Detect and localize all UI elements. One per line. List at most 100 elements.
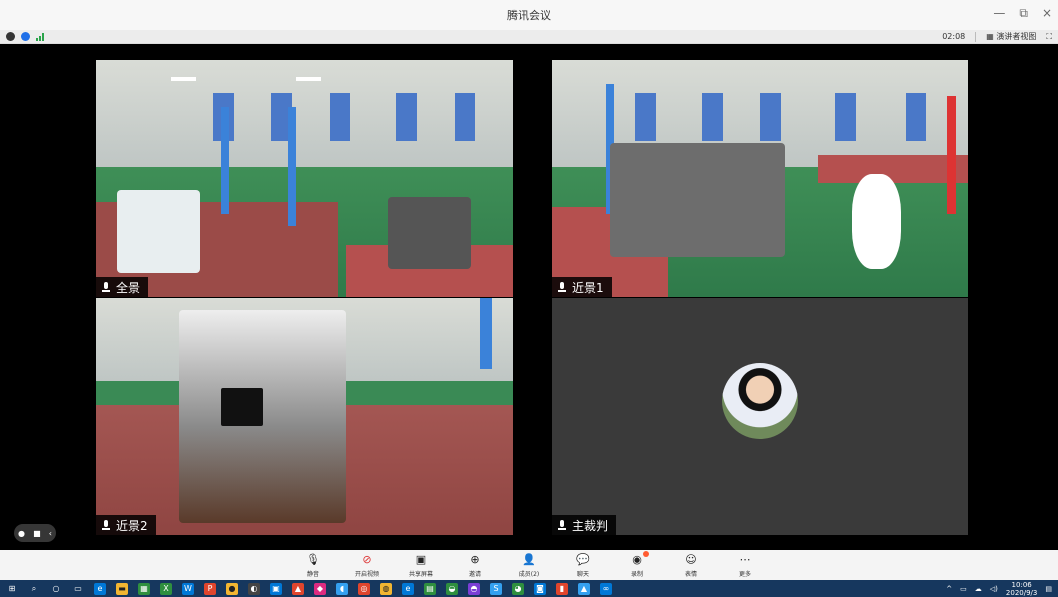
mic-icon	[558, 281, 566, 293]
app-icon[interactable]: ●	[226, 582, 238, 595]
video-tile-quanjing[interactable]: 全景	[96, 60, 513, 297]
more-button[interactable]: ⋯ 更多	[725, 553, 765, 578]
wechat-icon[interactable]: ◒	[446, 582, 458, 595]
video-tile-jinjing1[interactable]: 近景1	[552, 60, 968, 297]
signal-icon[interactable]	[36, 32, 44, 41]
toolbar-label: 邀请	[468, 570, 481, 578]
share-screen-button[interactable]: ▣ 共享屏幕	[401, 553, 441, 578]
clock-date: 2020/9/3	[1005, 588, 1038, 597]
chat-button[interactable]: 💬 聊天	[563, 553, 603, 578]
participant-avatar	[722, 363, 798, 439]
view-mode-label: 演讲者视图	[996, 32, 1037, 41]
volume-icon[interactable]: ◁)	[990, 585, 998, 593]
search-icon[interactable]: ⌕	[28, 583, 40, 595]
video-tile-jinjing2[interactable]: 近景2	[96, 298, 513, 535]
mic-icon	[102, 281, 110, 293]
meeting-timer: 02:08	[942, 32, 966, 41]
app-icon[interactable]: ◖	[336, 582, 348, 595]
app-icon[interactable]: ◓	[468, 582, 480, 595]
folder-icon[interactable]: ▬	[116, 582, 128, 595]
meeting-app-window: 腾讯会议 — ⧉ × 02:08 ▦ 演讲者视图 ⛶ 全景 近景1 近景2 主裁…	[0, 0, 1058, 597]
floating-controls[interactable]: ● ■ ‹	[14, 524, 56, 542]
info-icon[interactable]	[6, 32, 15, 41]
chevron-up-icon[interactable]: ^	[946, 585, 952, 593]
invite-button[interactable]: ⊕ 邀请	[455, 553, 495, 578]
mic-icon	[102, 519, 110, 531]
toolbar-label: 共享屏幕	[408, 570, 433, 578]
ie-icon[interactable]: e	[402, 582, 414, 595]
toolbar-label: 聊天	[576, 570, 589, 578]
edge-icon[interactable]: e	[94, 582, 106, 595]
close-button[interactable]: ×	[1042, 6, 1052, 21]
app-icon[interactable]: ◐	[248, 582, 260, 595]
tile-name-label: 主裁判	[552, 515, 617, 535]
task-view-icon[interactable]: ▭	[72, 583, 84, 595]
app-icon[interactable]: ▤	[424, 582, 436, 595]
app-icon[interactable]: ◕	[512, 582, 524, 595]
network-icon[interactable]: ▭	[960, 585, 967, 593]
emoji-icon: ☺	[685, 553, 697, 566]
video-tile-zhucaipan[interactable]: 主裁判	[552, 298, 968, 535]
collapse-arrow-icon[interactable]: ‹	[49, 529, 52, 538]
app-icon[interactable]: ◆	[314, 582, 326, 595]
speaker-view-icon: ▦	[986, 32, 994, 41]
invite-icon: ⊕	[470, 553, 480, 566]
toolbar-label: 开启视频	[354, 570, 379, 578]
app-icon[interactable]: ∞	[600, 582, 612, 595]
mute-button[interactable]: 🎙 静音	[293, 553, 333, 578]
video-grid: 全景 近景1 近景2 主裁判 ● ■ ‹	[0, 45, 1058, 550]
taskbar-clock[interactable]: 10:06 2020/9/3	[1006, 581, 1037, 597]
chat-icon: 💬	[576, 553, 590, 566]
toolbar-label: 表情	[684, 570, 697, 578]
notification-badge	[643, 550, 649, 557]
window-title: 腾讯会议	[507, 9, 551, 22]
camera-off-icon: ⊘	[362, 553, 372, 566]
app-icon[interactable]: ▮	[556, 582, 568, 595]
divider	[975, 31, 977, 42]
status-left	[6, 32, 44, 41]
minimize-button[interactable]: —	[993, 6, 1005, 21]
toolbar-label: 成员(2)	[518, 570, 540, 578]
cortana-icon[interactable]: ○	[50, 583, 62, 595]
tile-name-label: 近景1	[552, 277, 612, 297]
fullscreen-icon[interactable]: ⛶	[1046, 32, 1052, 42]
word-icon[interactable]: W	[182, 582, 194, 595]
camera-feed	[96, 60, 513, 297]
windows-taskbar: ⊞ ⌕ ○ ▭ e ▬ ▦ X W P ● ◐ ▣ ▲ ◆ ◖ ◎ ◍ e ▤ …	[0, 580, 1058, 597]
title-bar: 腾讯会议 — ⧉ ×	[0, 0, 1058, 30]
share-screen-icon: ▣	[415, 553, 427, 566]
camera-feed	[552, 60, 968, 297]
tile-name-label: 全景	[96, 277, 149, 297]
meeting-toolbar: 🎙 静音 ⊘ 开启视频 ▣ 共享屏幕 ⊕ 邀请 👤 成员(2) 💬 聊天 ◉ 录…	[0, 550, 1058, 580]
restore-button[interactable]: ⧉	[1019, 6, 1028, 21]
app-icon[interactable]: ▣	[270, 582, 282, 595]
record-dot-icon[interactable]: ●	[18, 529, 25, 538]
record-button[interactable]: ◉ 录制	[617, 550, 657, 578]
app-icon[interactable]: ▲	[292, 582, 304, 595]
ppt-icon[interactable]: P	[204, 582, 216, 595]
excel-icon[interactable]: X	[160, 582, 172, 595]
app-icon[interactable]: ◎	[358, 582, 370, 595]
toolbar-label: 更多	[738, 570, 751, 578]
windows-start-icon[interactable]: ⊞	[6, 583, 18, 595]
reactions-button[interactable]: ☺ 表情	[671, 553, 711, 578]
window-icon[interactable]: ■	[33, 529, 41, 538]
window-controls: — ⧉ ×	[993, 6, 1052, 21]
app-icon[interactable]: ▦	[138, 582, 150, 595]
more-icon: ⋯	[739, 553, 751, 566]
mic-icon	[558, 519, 566, 531]
mic-icon: 🎙	[306, 553, 320, 566]
app-icon[interactable]: S	[490, 582, 502, 595]
cloud-icon[interactable]: ☁	[975, 585, 982, 593]
chrome-icon[interactable]: ◍	[380, 582, 392, 595]
system-tray: ^ ▭ ☁ ◁) 10:06 2020/9/3 ▤	[946, 581, 1052, 597]
members-button[interactable]: 👤 成员(2)	[509, 553, 549, 578]
start-video-button[interactable]: ⊘ 开启视频	[347, 553, 387, 578]
app-icon[interactable]: ▲	[578, 582, 590, 595]
camera-feed	[96, 298, 513, 535]
tencent-meeting-icon[interactable]: ◙	[534, 582, 546, 595]
view-mode-button[interactable]: ▦ 演讲者视图	[986, 31, 1036, 42]
notification-center-icon[interactable]: ▤	[1045, 585, 1052, 593]
shield-icon[interactable]	[21, 32, 30, 41]
status-right: 02:08 ▦ 演讲者视图 ⛶	[942, 31, 1052, 42]
